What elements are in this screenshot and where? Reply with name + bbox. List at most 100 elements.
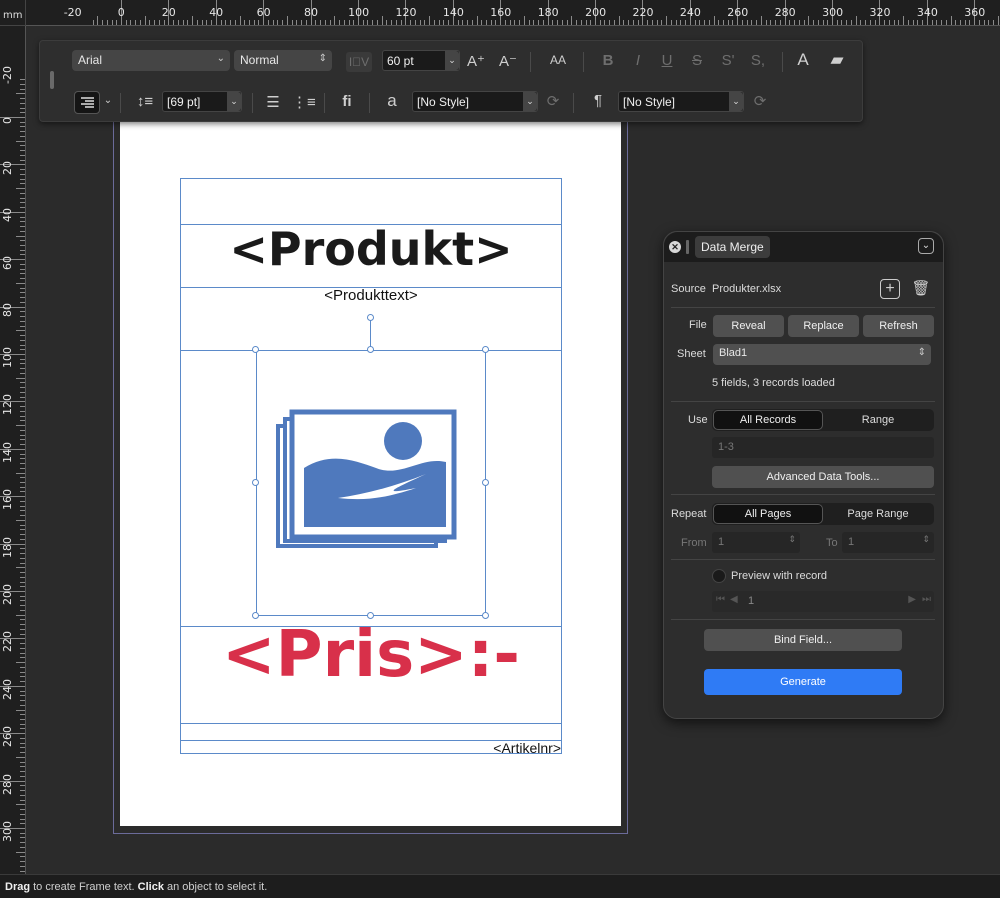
chevron-down-icon[interactable]: ⌄ [227,92,241,111]
increase-font-size-icon[interactable]: A⁺ [466,52,486,70]
sync-style-icon[interactable]: ⟳ [543,92,563,110]
superscript-icon[interactable]: S' [717,52,739,69]
font-family-select[interactable]: Arial ⌄ [72,50,230,71]
trash-icon[interactable]: 🗑 [911,279,931,297]
ruler-tick [969,20,971,25]
sheet-select[interactable]: Blad1 ⇕ [713,344,931,365]
last-record-icon[interactable]: ⏭ [922,594,931,605]
generate-button[interactable]: Generate [704,669,902,695]
ruler-tick [20,112,25,114]
ruler-tick [20,557,25,559]
next-record-icon[interactable]: ▶ [908,594,916,605]
preview-record-value[interactable]: 1 [748,595,754,607]
replace-button[interactable]: Replace [788,315,859,337]
resize-handle[interactable] [252,346,259,353]
sync-style-icon[interactable]: ⟳ [750,92,770,110]
use-all-records-option[interactable]: All Records [713,410,823,430]
ruler-tick [941,20,943,25]
add-source-icon[interactable]: + [880,279,900,299]
ruler-tick [20,666,25,668]
previous-record-icon[interactable]: ◀ [730,594,738,605]
ruler-tick [903,16,905,25]
ruler-tick [158,20,160,25]
status-bar: Drag to create Frame text. Click an obje… [0,874,1000,898]
from-stepper[interactable]: 1 ⇕ [712,532,800,553]
updown-icon: ⇕ [318,53,327,64]
decrease-font-size-icon[interactable]: A⁻ [498,52,518,70]
ruler-tick [538,20,540,25]
reveal-button[interactable]: Reveal [713,315,784,337]
toolbar-grip[interactable] [50,71,54,89]
chevron-down-icon[interactable]: ⌄ [523,92,537,111]
leading-input[interactable]: [69 pt] ⌄ [162,91,242,112]
underline-icon[interactable]: U [657,52,677,69]
ruler-label: 300 [822,6,844,19]
ligature-icon[interactable]: fi [336,93,358,110]
text-color-icon[interactable]: A [792,50,814,70]
ruler-tick [239,16,241,25]
to-value: 1 [848,536,855,548]
strikethrough-icon[interactable]: S [687,52,707,69]
ruler-tick [234,20,236,25]
to-stepper[interactable]: 1 ⇕ [842,532,934,553]
divider [671,619,935,620]
use-range-option[interactable]: Range [824,410,932,430]
article-number-field[interactable]: <Artikelnr> [180,740,561,756]
resize-handle[interactable] [482,479,489,486]
resize-handle[interactable] [367,346,374,353]
advanced-data-tools-button[interactable]: Advanced Data Tools... [712,466,934,488]
align-right-button[interactable] [74,91,100,114]
ruler-tick [20,771,25,773]
product-text-field[interactable]: <Produkttext> [180,287,562,304]
font-size-input[interactable]: 60 pt ⌄ [382,50,460,71]
resize-handle[interactable] [252,479,259,486]
repeat-all-pages-option[interactable]: All Pages [713,504,823,524]
highlight-color-icon[interactable]: ▰ [826,50,848,70]
chevron-down-icon[interactable]: ⌄ [445,51,459,70]
ruler-tick [272,20,274,25]
ruler-tick [481,20,483,25]
bullet-list-icon[interactable]: ☰ [262,93,284,111]
paragraph-style-select[interactable]: [No Style] ⌄ [618,91,744,112]
record-range-input[interactable]: 1-3 [712,437,934,458]
subscript-icon[interactable]: S, [747,52,769,69]
preview-checkbox[interactable] [712,569,726,583]
ruler-tick [983,20,985,25]
ruler-tick [20,349,25,351]
ruler-tick [182,20,184,25]
rotation-handle[interactable] [367,314,374,321]
ruler-tick [888,20,890,25]
ruler-tick [16,93,25,95]
ruler-vertical[interactable]: -20 0 20 40 60 80 100 120 140 160 180 200 220 240 260 2… [0,26,26,874]
ruler-tick [20,586,25,588]
all-caps-icon[interactable]: AA [546,53,570,67]
from-label: From [681,537,707,549]
panel-header[interactable]: ✕ Data Merge ⌄ [664,232,943,262]
panel-tab-data-merge[interactable]: Data Merge [695,236,770,258]
bold-icon[interactable]: B [598,52,618,69]
bind-field-button[interactable]: Bind Field... [704,629,902,651]
ruler-tick [566,20,568,25]
first-record-icon[interactable]: ⏮ [716,594,725,605]
ruler-tick [16,614,25,616]
product-field[interactable]: <Produkt> [180,222,562,276]
chevron-down-icon[interactable]: ⌄ [103,95,113,106]
refresh-button[interactable]: Refresh [863,315,934,337]
italic-icon[interactable]: I [628,52,648,69]
ruler-horizontal[interactable]: -20 0 20 40 60 80 100 120 140 160 180 200 220 240 260 2… [26,0,1000,26]
close-icon[interactable]: ✕ [669,241,681,253]
ruler-tick [756,20,758,25]
updown-icon[interactable]: ⇕ [788,534,796,545]
resize-handle[interactable] [482,346,489,353]
chevron-down-icon[interactable]: ⌄ [918,238,934,254]
chevron-down-icon[interactable]: ⌄ [729,92,743,111]
ruler-tick [173,20,175,25]
updown-icon[interactable]: ⇕ [922,534,930,545]
tracking-icon[interactable]: I⃮V [346,52,372,72]
numbered-list-icon[interactable]: ⋮≡ [292,93,316,111]
price-field[interactable]: <Pris>:- [180,618,562,692]
repeat-page-range-option[interactable]: Page Range [824,504,932,524]
font-style-select[interactable]: Normal ⇕ [234,50,332,71]
ruler-tick [637,20,639,25]
character-style-select[interactable]: [No Style] ⌄ [412,91,538,112]
